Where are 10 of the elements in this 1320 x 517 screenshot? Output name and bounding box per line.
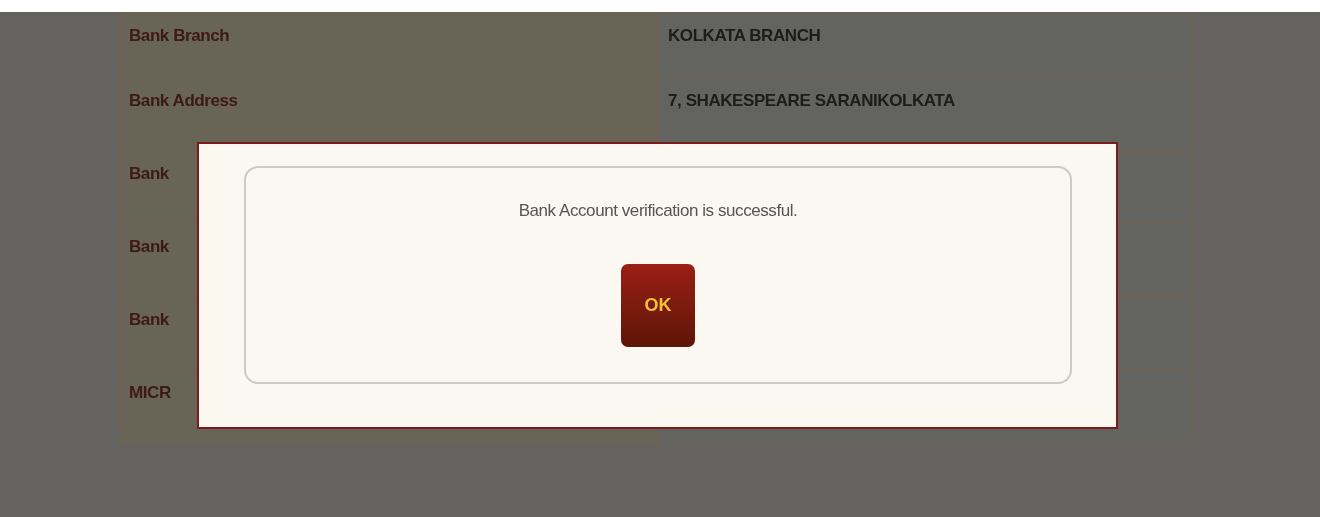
ok-button[interactable]: OK (621, 263, 695, 347)
success-message: Bank Account verification is successful. (518, 200, 798, 222)
field-label: Bank Branch (129, 26, 230, 45)
field-label: MICR (129, 383, 171, 402)
field-label: Bank Address (129, 91, 238, 110)
table-cell: 7, SHAKESPEARE SARANIKOLKATA (658, 78, 1193, 150)
table-cell: KOLKATA BRANCH (658, 13, 1193, 77)
field-label: Bank (129, 237, 169, 256)
field-label: Bank (129, 310, 169, 329)
field-label: Bank (129, 164, 169, 183)
